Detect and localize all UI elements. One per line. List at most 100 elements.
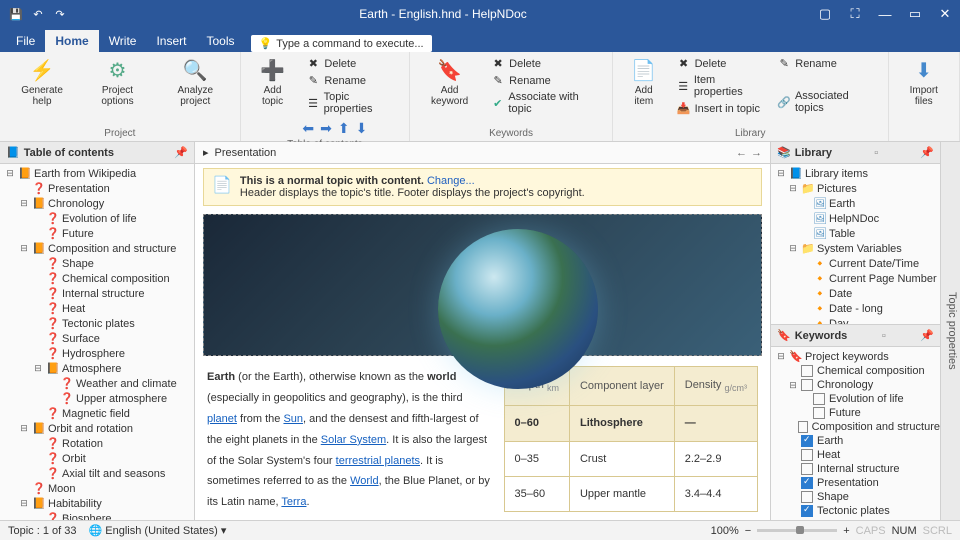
checkbox[interactable] (813, 393, 825, 405)
keyword-item[interactable]: Internal structure (771, 462, 940, 476)
breadcrumb-chevron-icon[interactable]: ▸ (203, 146, 209, 159)
library-item[interactable]: 🔸Date - long (771, 301, 940, 316)
toc-item[interactable]: ❓Future (0, 226, 194, 241)
move-left-icon[interactable]: ⬅ (302, 120, 314, 137)
pin-icon[interactable]: 📌 (174, 146, 188, 159)
toc-item[interactable]: ❓Shape (0, 256, 194, 271)
toc-item[interactable]: ⊟📙Habitability (0, 496, 194, 511)
toc-item[interactable]: ❓Orbit (0, 451, 194, 466)
keyword-item[interactable]: ⊟🔖Project keywords (771, 349, 940, 364)
keyword-item[interactable]: Shape (771, 490, 940, 504)
checkbox[interactable] (801, 505, 813, 517)
link-world[interactable]: World (350, 475, 379, 487)
keyword-item[interactable]: Heat (771, 448, 940, 462)
toc-item[interactable]: ❓Upper atmosphere (0, 391, 194, 406)
help-icon[interactable]: ▢ (810, 0, 840, 28)
change-link[interactable]: Change... (427, 175, 475, 187)
associated-topics-button[interactable]: 🔗Associated topics (773, 89, 879, 115)
checkbox[interactable] (813, 407, 825, 419)
add-topic-button[interactable]: ➕Add topic (249, 56, 297, 109)
close-icon[interactable]: ✕ (930, 0, 960, 28)
move-up-icon[interactable]: ⬆ (338, 120, 350, 137)
fullscreen-icon[interactable]: ⛶ (840, 0, 870, 28)
article-text[interactable]: Earth (or the Earth), otherwise known as… (207, 366, 492, 512)
pin-icon[interactable]: ▫ (874, 147, 878, 159)
project-options-button[interactable]: ⚙Project options (82, 56, 153, 109)
keyword-item[interactable]: Future (771, 406, 940, 420)
undo-icon[interactable]: ↶ (28, 4, 48, 24)
add-library-item-button[interactable]: 📄Add item (621, 56, 667, 109)
checkbox[interactable] (801, 477, 813, 489)
nav-prev-icon[interactable]: ← (736, 147, 747, 159)
keyword-item[interactable]: Presentation (771, 476, 940, 490)
topic-properties-tab[interactable]: Topic properties (940, 142, 960, 520)
delete-library-button[interactable]: ✖Delete (673, 56, 768, 71)
tab-write[interactable]: Write (99, 30, 147, 52)
toc-item[interactable]: ⊟📙Composition and structure (0, 241, 194, 256)
toc-item[interactable]: ❓Hydrosphere (0, 346, 194, 361)
data-table[interactable]: Depth kmComponent layerDensity g/cm³0–60… (504, 366, 758, 512)
zoom-slider[interactable] (757, 529, 837, 532)
toc-item[interactable]: ❓Surface (0, 331, 194, 346)
library-item[interactable]: 🔸Day (771, 316, 940, 324)
associate-keyword-button[interactable]: ✔Associate with topic (487, 90, 604, 116)
rename-library-button[interactable]: ✎Rename (773, 56, 879, 71)
library-item[interactable]: ⊟📁System Variables (771, 241, 940, 256)
checkbox[interactable] (801, 365, 813, 377)
library-item[interactable]: 🔸Current Date/Time (771, 256, 940, 271)
status-language[interactable]: 🌐 English (United States) ▾ (89, 524, 227, 537)
pin-icon[interactable]: 📌 (920, 329, 934, 342)
library-tree[interactable]: ⊟📘Library items⊟📁Pictures🖼Earth🖼HelpNDoc… (771, 164, 940, 324)
toc-item[interactable]: ❓Chemical composition (0, 271, 194, 286)
toc-item[interactable]: ❓Evolution of life (0, 211, 194, 226)
tab-file[interactable]: File (6, 30, 45, 52)
toc-item[interactable]: ⊟📙Earth from Wikipedia (0, 166, 194, 181)
topic-properties-button[interactable]: ☰Topic properties (302, 90, 401, 116)
link-solar-system[interactable]: Solar System (321, 434, 386, 446)
keyword-item[interactable]: ⊟Chronology (771, 378, 940, 392)
link-terra[interactable]: Terra (281, 496, 306, 508)
rename-keyword-button[interactable]: ✎Rename (487, 73, 604, 88)
delete-topic-button[interactable]: ✖Delete (302, 56, 401, 71)
toc-item[interactable]: ❓Tectonic plates (0, 316, 194, 331)
move-right-icon[interactable]: ➡ (320, 120, 332, 137)
toc-item[interactable]: ❓Magnetic field (0, 406, 194, 421)
analyze-project-button[interactable]: 🔍Analyze project (159, 56, 232, 109)
delete-keyword-button[interactable]: ✖Delete (487, 56, 604, 71)
library-properties-button[interactable]: ☰Item properties (673, 73, 768, 99)
move-down-icon[interactable]: ⬇ (356, 120, 368, 137)
checkbox[interactable] (798, 421, 808, 433)
toc-item[interactable]: ❓Presentation (0, 181, 194, 196)
generate-help-button[interactable]: ⚡Generate help (8, 56, 76, 109)
insert-in-topic-button[interactable]: 📥Insert in topic (673, 101, 768, 116)
tab-home[interactable]: Home (45, 30, 98, 52)
checkbox[interactable] (801, 449, 813, 461)
keywords-tree[interactable]: ⊟🔖Project keywordsChemical composition⊟C… (771, 347, 940, 520)
redo-icon[interactable]: ↷ (50, 4, 70, 24)
library-item[interactable]: 🔸Date (771, 286, 940, 301)
command-search[interactable]: 💡 Type a command to execute... (251, 35, 432, 52)
toc-item[interactable]: ❓Axial tilt and seasons (0, 466, 194, 481)
zoom-in-icon[interactable]: + (843, 525, 849, 537)
minimize-icon[interactable]: — (870, 0, 900, 28)
checkbox[interactable] (801, 463, 813, 475)
toc-item[interactable]: ❓Biosphere (0, 511, 194, 520)
library-item[interactable]: ⊟📘Library items (771, 166, 940, 181)
library-item[interactable]: ⊟📁Pictures (771, 181, 940, 196)
checkbox[interactable] (801, 491, 813, 503)
pin-icon[interactable]: ▫ (882, 330, 886, 342)
link-sun[interactable]: Sun (283, 413, 303, 425)
toc-item[interactable]: ⊟📙Orbit and rotation (0, 421, 194, 436)
zoom-out-icon[interactable]: − (745, 525, 751, 537)
rename-topic-button[interactable]: ✎Rename (302, 73, 401, 88)
library-item[interactable]: 🖼Earth (771, 196, 940, 211)
keyword-item[interactable]: Evolution of life (771, 392, 940, 406)
toc-item[interactable]: ❓Moon (0, 481, 194, 496)
checkbox[interactable] (801, 435, 813, 447)
toc-item[interactable]: ❓Weather and climate (0, 376, 194, 391)
add-keyword-button[interactable]: 🔖Add keyword (418, 56, 481, 109)
import-files-button[interactable]: ⬇Import files (897, 56, 951, 109)
tab-tools[interactable]: Tools (196, 30, 244, 52)
keyword-item[interactable]: Composition and structure (771, 420, 940, 434)
pin-icon[interactable]: 📌 (920, 146, 934, 159)
